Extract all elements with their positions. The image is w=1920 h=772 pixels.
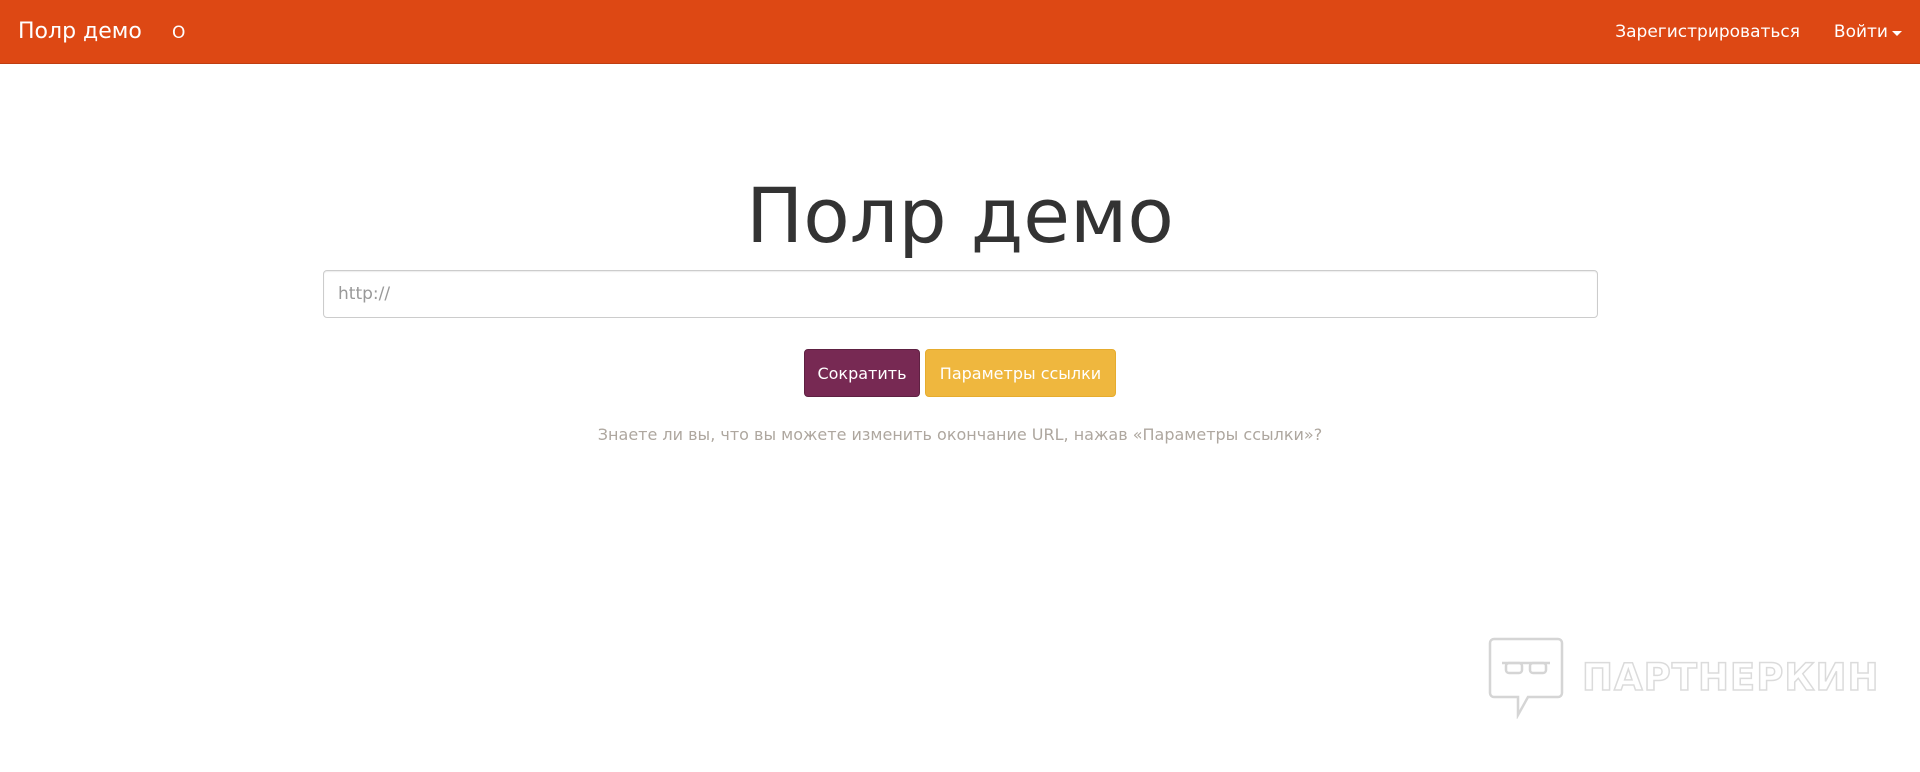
- register-link[interactable]: Зарегистрироваться: [1615, 22, 1800, 42]
- shorten-button[interactable]: Сократить: [804, 349, 920, 397]
- speech-bubble-glasses-icon: [1488, 637, 1564, 719]
- url-input[interactable]: [323, 270, 1598, 318]
- nav-about-link[interactable]: О: [172, 23, 185, 43]
- tip-text: Знаете ли вы, что вы можете изменить око…: [597, 425, 1323, 444]
- page-title: Полр демо: [746, 171, 1174, 260]
- link-options-button[interactable]: Параметры ссылки: [925, 349, 1116, 397]
- top-navbar: Полр демо О Зарегистрироваться Войти: [0, 0, 1920, 64]
- login-dropdown[interactable]: Войти: [1834, 22, 1902, 42]
- watermark-text: ПАРТНЕРКИН: [1581, 656, 1880, 699]
- login-label: Войти: [1833, 22, 1888, 42]
- caret-down-icon: [1892, 30, 1902, 36]
- watermark: ПАРТНЕРКИН: [1488, 637, 1880, 719]
- action-buttons: Сократить Параметры ссылки: [804, 349, 1116, 397]
- brand-link[interactable]: Полр демо: [18, 19, 142, 45]
